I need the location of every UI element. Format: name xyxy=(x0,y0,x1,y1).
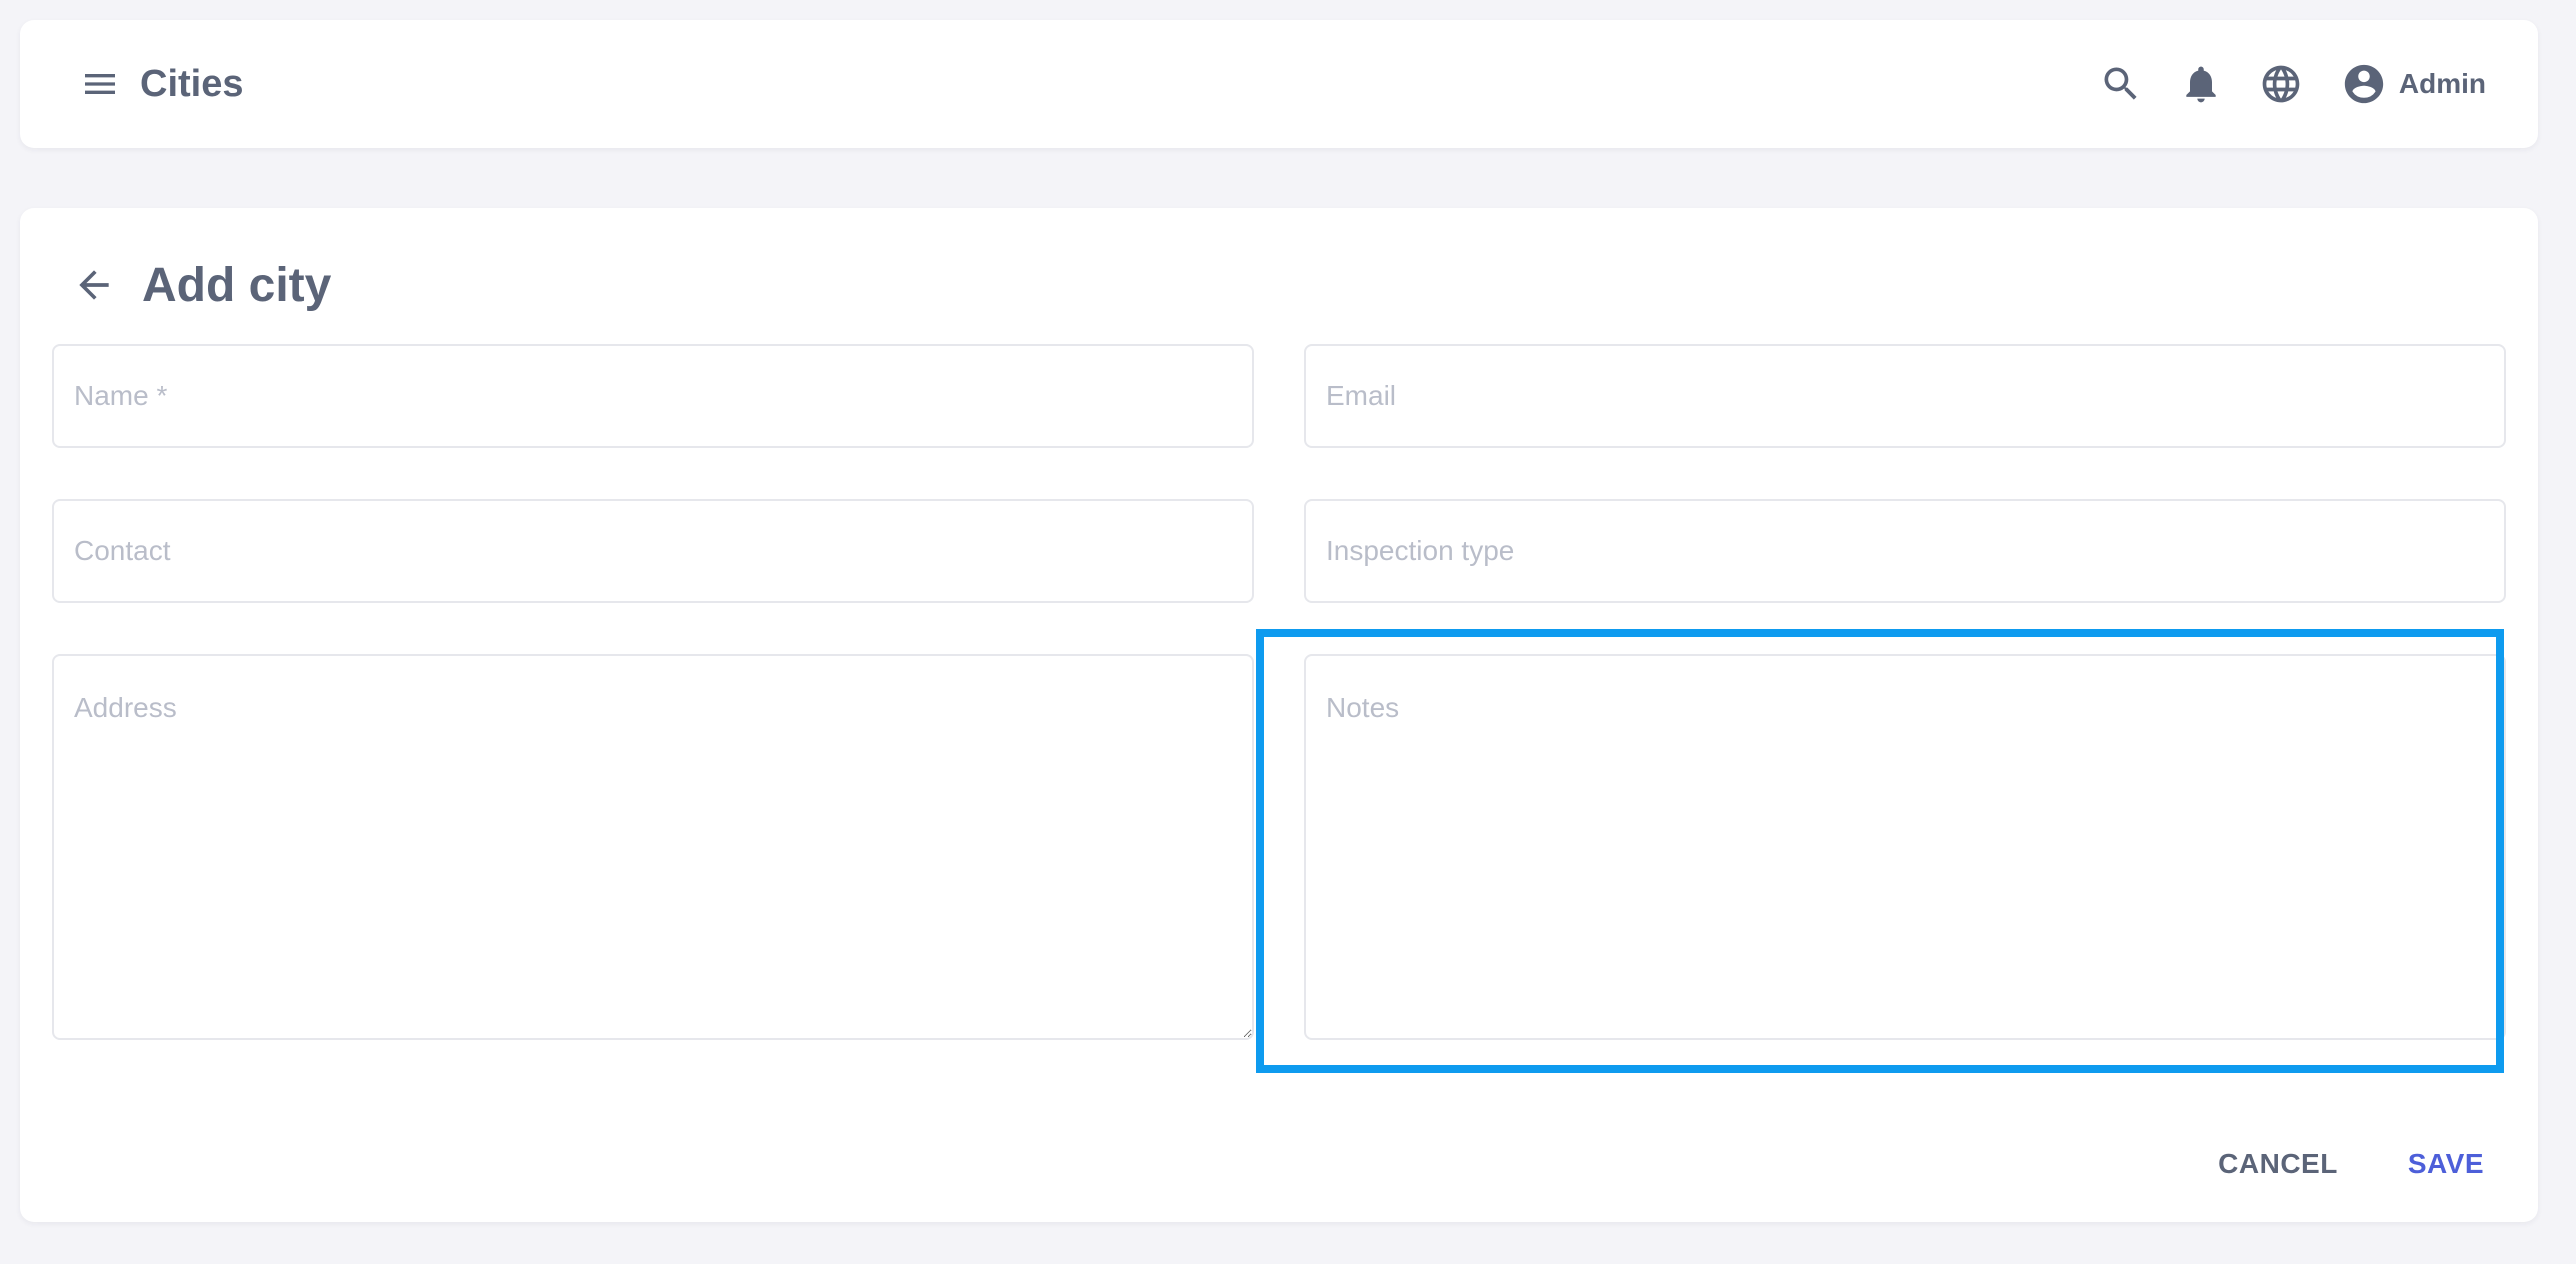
cancel-button[interactable]: CANCEL xyxy=(2200,1136,2356,1192)
menu-button[interactable] xyxy=(60,44,140,124)
email-input[interactable] xyxy=(1304,344,2506,448)
menu-icon xyxy=(85,74,115,94)
save-button[interactable]: SAVE xyxy=(2390,1136,2502,1192)
bell-icon xyxy=(2186,66,2216,103)
user-menu[interactable]: Admin xyxy=(2341,61,2486,107)
address-textarea[interactable] xyxy=(52,654,1254,1040)
page-section-title: Cities xyxy=(140,62,244,105)
language-button[interactable] xyxy=(2241,44,2321,124)
notes-textarea[interactable] xyxy=(1304,654,2506,1040)
form-actions: CANCEL SAVE xyxy=(2200,1136,2502,1192)
search-icon xyxy=(2104,67,2137,100)
user-name: Admin xyxy=(2398,68,2486,99)
notifications-button[interactable] xyxy=(2161,44,2241,124)
account-circle-icon xyxy=(2344,64,2384,104)
app-header: Cities Admin xyxy=(20,20,2538,148)
search-button[interactable] xyxy=(2081,44,2161,124)
name-input[interactable] xyxy=(52,344,1254,448)
page-title: Add city xyxy=(142,258,332,312)
back-button[interactable] xyxy=(60,251,128,319)
inspection-type-input[interactable] xyxy=(1304,499,2506,603)
card-title-row: Add city xyxy=(60,250,331,320)
add-city-form-card: Add city CANCEL SAVE xyxy=(20,208,2538,1222)
globe-icon xyxy=(2262,65,2300,103)
contact-input[interactable] xyxy=(52,499,1254,603)
arrow-left-icon xyxy=(79,270,109,300)
